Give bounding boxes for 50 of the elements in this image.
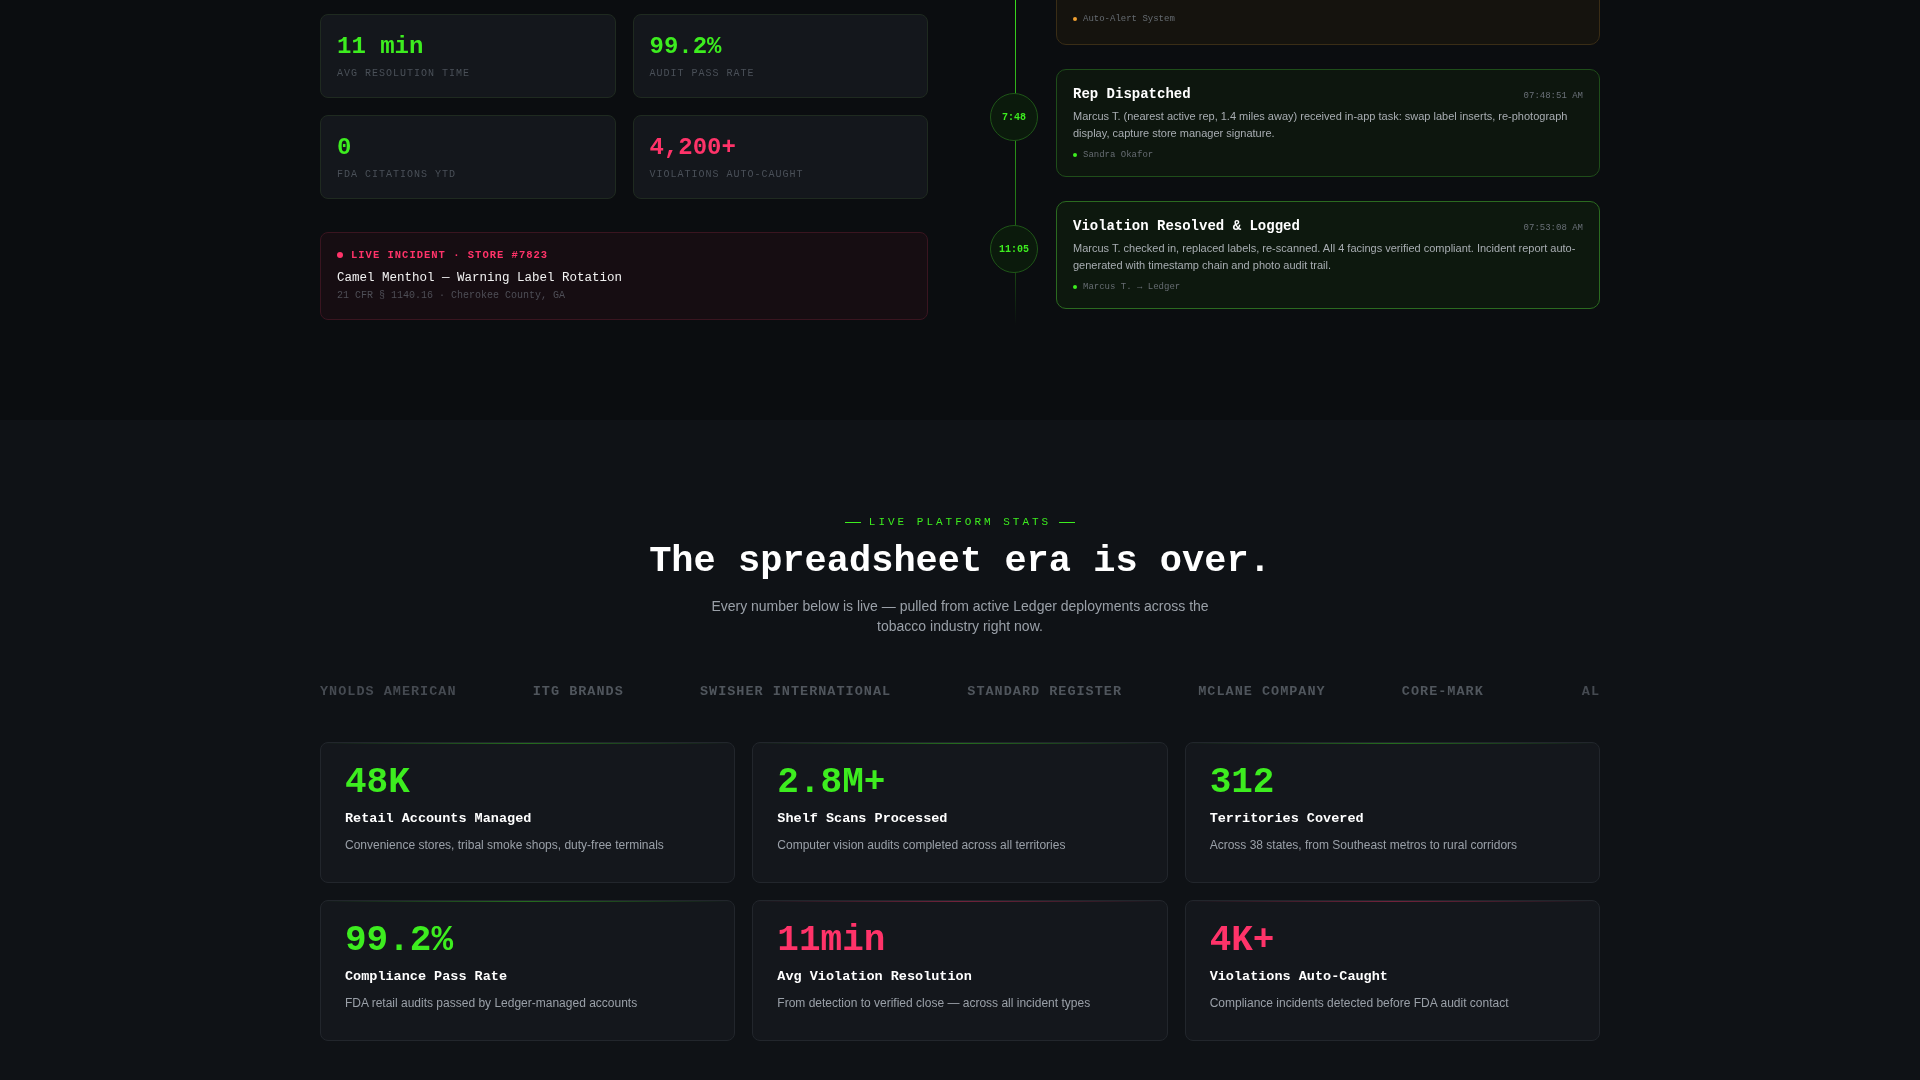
event-description: Marcus T. checked in, replaced labels, re-scanned. All 4 facings verified compliant. Incident report auto-generated with timestamp chain and photo audit trail.: [1073, 241, 1577, 273]
metric-label: AUDIT PASS RATE: [649, 68, 756, 79]
brand-name: AL: [1580, 683, 1600, 699]
stat-description: From detection to verified close — across all incident types: [777, 996, 1092, 1010]
stat-title: Retail Accounts Managed: [345, 811, 533, 826]
event-description: Marcus T. (nearest active rep, 1.4 miles away) received in-app task: swap label inserts, re-photograph display, capture store manager signature.: [1073, 109, 1569, 141]
stat-title: Avg Violation Resolution: [777, 969, 973, 984]
event-author: Marcus T. → Ledger: [1083, 282, 1181, 292]
stat-description: FDA retail audits passed by Ledger-managed accounts: [345, 996, 639, 1010]
brand-name: YNOLDS AMERICAN: [320, 683, 457, 699]
live-dot-icon: [337, 252, 343, 258]
metric-value: 11 min: [337, 33, 425, 60]
stat-title: Compliance Pass Rate: [345, 969, 509, 984]
stat-value: 99.2%: [345, 923, 455, 959]
brand-name: MCLANE COMPANY: [1198, 683, 1326, 699]
stat-description: Compliance incidents detected before FDA audit contact: [1209, 996, 1510, 1010]
event-timestamp: 07:48:51 AM: [1523, 91, 1583, 101]
stat-title: Shelf Scans Processed: [777, 811, 949, 826]
incident-tag: LIVE INCIDENT · STORE #7823: [351, 249, 549, 261]
event-timestamp: 07:53:08 AM: [1523, 223, 1583, 233]
stat-value: 4K+: [1209, 923, 1276, 959]
brand-name: SWISHER INTERNATIONAL: [699, 683, 892, 699]
stat-description: Convenience stores, tribal smoke shops, duty-free terminals: [345, 838, 665, 852]
stat-value: 48K: [345, 765, 411, 801]
stat-value: 2.8M+: [777, 765, 887, 801]
section-heading: The spreadsheet era is over.: [648, 540, 1272, 582]
brand-name: STANDARD REGISTER: [967, 683, 1123, 699]
brand-name: ITG BRANDS: [532, 683, 624, 699]
event-author: Sandra Okafor: [1083, 150, 1154, 160]
stat-title: Territories Covered: [1209, 811, 1365, 826]
stat-description: Computer vision audits completed across all territories: [777, 838, 1067, 852]
stat-title: Violations Auto-Caught: [1209, 969, 1389, 984]
metric-value: 0: [337, 134, 353, 161]
stat-value: 312: [1209, 765, 1276, 801]
event-title: Violation Resolved & Logged: [1073, 218, 1300, 234]
metric-label: VIOLATIONS AUTO-CAUGHT: [649, 169, 805, 180]
event-title: Rep Dispatched: [1073, 86, 1191, 102]
stat-value: 11min: [777, 923, 887, 959]
metric-value: 4,200+: [649, 134, 737, 161]
event-author: Auto-Alert System: [1083, 14, 1175, 24]
incident-title: Camel Menthol — Warning Label Rotation: [337, 271, 624, 285]
section-subtitle: Every number below is live — pulled from active Ledger deployments across the tobacco industry right now.: [710, 597, 1210, 636]
stat-description: Across 38 states, from Southeast metros to rural corridors: [1209, 838, 1519, 852]
section-eyebrow: LIVE PLATFORM STATS: [868, 516, 1052, 528]
metric-value: 99.2%: [649, 33, 723, 60]
incident-meta: 21 CFR § 1140.16 · Cherokee County, GA: [337, 290, 567, 301]
time-badge: 7:48: [990, 93, 1038, 141]
metric-label: AVG RESOLUTION TIME: [337, 68, 472, 79]
time-badge: 11:05: [990, 225, 1038, 273]
brand-name: CORE-MARK: [1401, 683, 1484, 699]
